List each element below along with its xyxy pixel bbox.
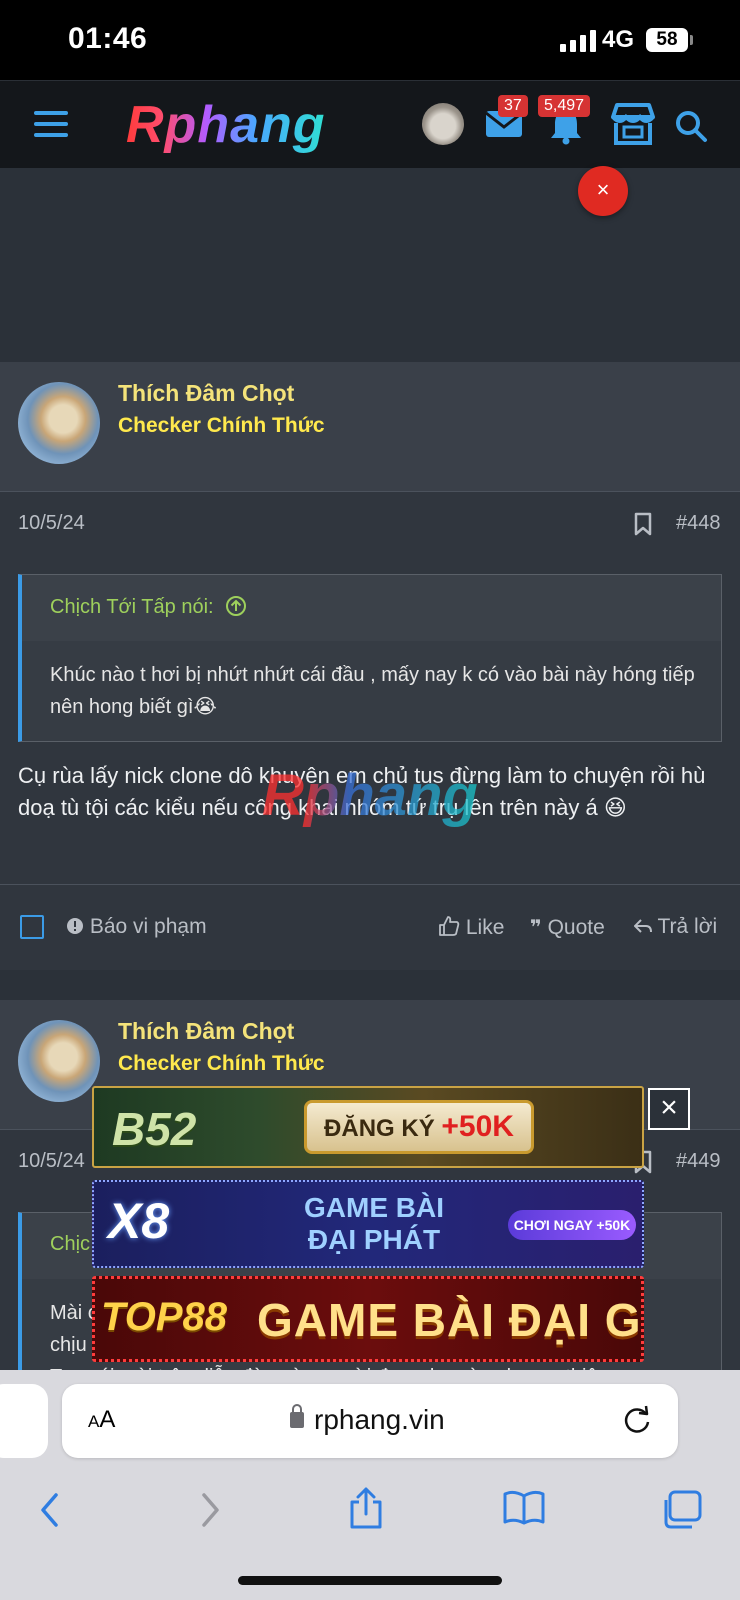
reply-button[interactable]: Trả lời bbox=[633, 915, 718, 939]
x8-title: GAME BÀI ĐẠI PHÁT bbox=[264, 1192, 484, 1256]
messages-badge: 37 bbox=[498, 95, 528, 117]
status-bar: 01:46 4G 58 bbox=[0, 0, 740, 80]
site-header: Rphang 37 5,497 bbox=[0, 80, 740, 168]
reply-icon bbox=[633, 919, 652, 933]
home-indicator bbox=[238, 1576, 502, 1585]
tabs-icon[interactable] bbox=[660, 1490, 702, 1535]
quote-block: Chịch Tới Tấp nói: Khúc nào t hơi bị nhứ… bbox=[18, 574, 722, 742]
watermark-logo: Rphang bbox=[262, 763, 478, 828]
quote-author: Chịch Tới Tấp nói: bbox=[50, 596, 214, 618]
post-avatar[interactable] bbox=[18, 382, 100, 464]
banner-x8[interactable]: X8 GAME BÀI ĐẠI PHÁT CHƠI NGAY +50K bbox=[92, 1180, 644, 1268]
search-icon[interactable] bbox=[674, 109, 708, 148]
x8-play-button[interactable]: CHƠI NGAY +50K bbox=[508, 1210, 636, 1240]
quote-text: Khúc nào t hơi bị nhứt nhứt cái đầu , mấ… bbox=[50, 664, 695, 718]
post-number[interactable]: #449 bbox=[676, 1150, 721, 1173]
post-user-header: Thích Đâm Chọt Checker Chính Thức bbox=[0, 362, 740, 492]
post-actions: Báo vi phạm Like ❞ Quote Trả lời bbox=[0, 884, 740, 970]
post-username[interactable]: Thích Đâm Chọt bbox=[118, 380, 294, 407]
url-text[interactable]: rphang.vin bbox=[314, 1404, 445, 1436]
thumbs-up-icon bbox=[439, 916, 460, 936]
browser-nav bbox=[0, 1482, 740, 1552]
post-448: Thích Đâm Chọt Checker Chính Thức 10/5/2… bbox=[0, 362, 740, 970]
alert-icon bbox=[67, 918, 83, 934]
battery-icon: 58 bbox=[646, 28, 688, 52]
b52-register-button[interactable]: ĐĂNG KÝ +50K bbox=[304, 1100, 534, 1154]
back-icon[interactable] bbox=[38, 1492, 62, 1533]
post-username[interactable]: Thích Đâm Chọt bbox=[118, 1018, 294, 1045]
site-logo[interactable]: Rphang bbox=[126, 95, 326, 155]
top88-logo: TOP88 bbox=[101, 1295, 227, 1339]
clock: 01:46 bbox=[68, 22, 148, 55]
post-number[interactable]: #448 bbox=[676, 512, 721, 535]
bookmark-icon[interactable] bbox=[634, 512, 652, 541]
bookmarks-icon[interactable] bbox=[502, 1490, 546, 1531]
quote-button[interactable]: ❞ Quote bbox=[530, 915, 605, 940]
top88-slogan: GAME BÀI ĐẠI GIA bbox=[257, 1294, 642, 1346]
alerts-badge: 5,497 bbox=[538, 95, 591, 117]
quote-author: Chịc bbox=[50, 1233, 91, 1255]
previous-tab[interactable] bbox=[0, 1384, 48, 1458]
banner-top88[interactable]: TOP88 GAME BÀI ĐẠI GIA bbox=[92, 1276, 644, 1362]
x8-logo: X8 bbox=[108, 1193, 170, 1249]
battery-tip bbox=[690, 35, 693, 45]
arrow-up-circle-icon[interactable] bbox=[225, 595, 247, 617]
post-meta: 10/5/24 #448 bbox=[0, 492, 740, 556]
x8-title-line: ĐẠI PHÁT bbox=[307, 1224, 441, 1255]
share-icon[interactable] bbox=[348, 1486, 384, 1535]
report-label: Báo vi phạm bbox=[89, 915, 207, 938]
address-bar[interactable]: AA rphang.vin bbox=[62, 1384, 678, 1458]
quote-header[interactable]: Chịch Tới Tấp nói: bbox=[22, 575, 721, 641]
banner-close-button[interactable]: × bbox=[648, 1088, 690, 1130]
post-avatar[interactable] bbox=[18, 1020, 100, 1102]
quote-label: Quote bbox=[547, 916, 605, 939]
store-icon[interactable] bbox=[608, 101, 658, 152]
select-checkbox[interactable] bbox=[20, 915, 44, 939]
lock-icon bbox=[290, 1404, 304, 1428]
network-type: 4G bbox=[602, 26, 635, 53]
post-date[interactable]: 10/5/24 bbox=[18, 1150, 85, 1173]
forward-icon[interactable] bbox=[198, 1492, 222, 1533]
like-button[interactable]: Like bbox=[438, 915, 504, 940]
b52-bonus: +50K bbox=[441, 1110, 514, 1143]
post-user-title: Checker Chính Thức bbox=[118, 414, 325, 437]
x8-title-line: GAME BÀI bbox=[304, 1192, 444, 1223]
report-button[interactable]: Báo vi phạm bbox=[66, 915, 207, 939]
ad-close-button[interactable]: × bbox=[578, 166, 628, 216]
menu-icon[interactable] bbox=[34, 111, 68, 137]
user-avatar[interactable] bbox=[422, 103, 464, 145]
browser-toolbar: AA rphang.vin bbox=[0, 1370, 740, 1600]
post-date[interactable]: 10/5/24 bbox=[18, 512, 85, 535]
b52-cta-label: ĐĂNG KÝ bbox=[324, 1115, 435, 1142]
quote-icon: ❞ bbox=[530, 917, 542, 939]
like-label: Like bbox=[465, 916, 505, 939]
reply-label: Trả lời bbox=[657, 915, 718, 938]
ad-placeholder bbox=[0, 168, 740, 362]
signal-icon bbox=[560, 28, 596, 52]
b52-logo: B52 bbox=[112, 1103, 197, 1155]
post-user-title: Checker Chính Thức bbox=[118, 1052, 325, 1075]
reload-icon[interactable] bbox=[622, 1404, 652, 1441]
banner-b52[interactable]: B52 ĐĂNG KÝ +50K bbox=[92, 1086, 644, 1168]
text-size-button[interactable]: AA bbox=[88, 1406, 115, 1434]
